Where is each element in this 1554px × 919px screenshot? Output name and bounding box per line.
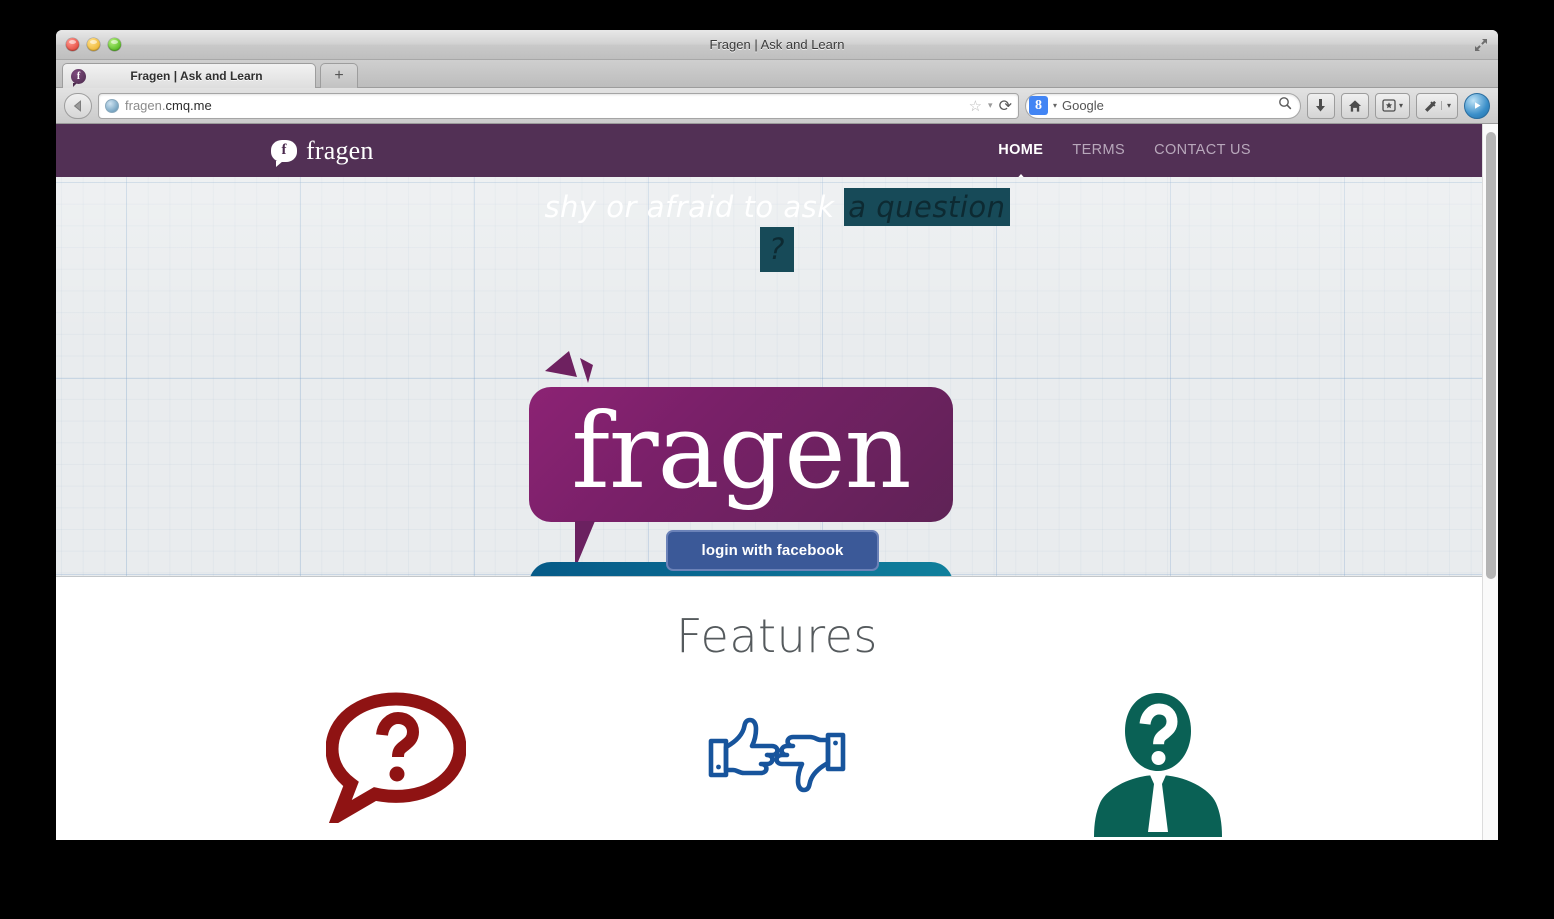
chevron-down-icon[interactable]: ▾ — [1399, 101, 1403, 110]
site-header: f fragen HOME TERMS CONTACT US — [56, 124, 1498, 182]
feature-item-ask — [246, 691, 546, 840]
tab-favicon-icon: f — [71, 68, 86, 87]
new-tab-button[interactable]: + — [320, 63, 358, 88]
bookmarks-button[interactable]: ▾ — [1374, 92, 1410, 119]
chevron-down-icon[interactable]: ▾ — [988, 100, 993, 111]
tagline-question-mark: ? — [760, 227, 794, 272]
features-section: Features — [56, 577, 1498, 840]
url-subdomain: fragen. — [125, 98, 166, 113]
tagline-text: shy or afraid to ask — [544, 190, 845, 224]
nav-item-contact-us[interactable]: CONTACT US — [1154, 142, 1251, 160]
customize-button[interactable]: ▾ — [1415, 92, 1458, 119]
brand-name: fragen — [306, 135, 374, 165]
window-title: Fragen | Ask and Learn — [709, 37, 845, 52]
nav-item-terms[interactable]: TERMS — [1072, 142, 1125, 160]
screen: Fragen | Ask and Learn f Fragen | Ask an… — [0, 0, 1554, 919]
chevron-down-icon[interactable]: ▾ — [1440, 101, 1451, 110]
thumbs-up-down-icon — [707, 713, 847, 802]
chevron-down-icon[interactable]: ▾ — [1053, 101, 1057, 110]
hero-section: fragen shy or afraid to ask a question ?… — [56, 177, 1498, 577]
question-speech-bubble-icon — [325, 691, 467, 830]
vertical-scrollbar-thumb[interactable] — [1486, 132, 1496, 579]
address-bar[interactable]: fragen.cmq.me ☆ ▾ ⟳ — [98, 92, 1019, 119]
hero-tagline: shy or afraid to ask a question ? — [56, 188, 1498, 272]
anonymous-person-icon — [1088, 691, 1228, 840]
feature-item-vote — [627, 691, 927, 840]
url-domain: cmq.me — [165, 98, 212, 113]
fullscreen-arrows-icon[interactable] — [1472, 36, 1490, 54]
sync-icon[interactable] — [1464, 92, 1490, 119]
browser-window: Fragen | Ask and Learn f Fragen | Ask an… — [56, 30, 1498, 840]
tagline-highlight: a question — [844, 188, 1010, 226]
window-titlebar: Fragen | Ask and Learn — [56, 30, 1498, 60]
features-row — [56, 663, 1498, 840]
tab-label: Fragen | Ask and Learn — [130, 69, 263, 83]
hero-wordmark: fragen — [571, 389, 911, 512]
reload-icon[interactable]: ⟳ — [999, 96, 1012, 116]
tab-fragen[interactable]: f Fragen | Ask and Learn — [62, 63, 316, 88]
zoom-window-button[interactable] — [108, 38, 121, 51]
back-arrow-icon[interactable] — [64, 92, 92, 119]
main-navigation: HOME TERMS CONTACT US — [998, 142, 1476, 182]
site-logo[interactable]: f fragen — [271, 135, 374, 167]
speech-bubble-f-icon: f — [271, 139, 297, 167]
address-bar-url: fragen.cmq.me — [125, 98, 963, 113]
feature-item-anonymous — [1008, 691, 1308, 840]
search-magnifier-icon[interactable] — [1278, 96, 1292, 115]
page-viewport: f fragen HOME TERMS CONTACT US fragen sh… — [56, 124, 1498, 840]
hero-purple-bubble: fragen — [529, 387, 953, 569]
search-bar[interactable]: 8 ▾ Google — [1024, 92, 1301, 119]
google-badge-icon[interactable]: 8 — [1028, 96, 1048, 115]
bookmark-star-icon[interactable]: ☆ — [969, 97, 982, 115]
tab-strip: f Fragen | Ask and Learn + — [56, 60, 1498, 88]
downloads-button[interactable] — [1306, 92, 1335, 119]
search-input[interactable]: Google — [1062, 98, 1273, 113]
nav-item-home[interactable]: HOME — [998, 142, 1043, 182]
window-traffic-lights — [66, 38, 121, 51]
login-with-facebook-button[interactable]: login with facebook — [666, 530, 879, 571]
minimize-window-button[interactable] — [87, 38, 100, 51]
globe-icon — [105, 98, 119, 113]
home-button[interactable] — [1340, 92, 1369, 119]
close-window-button[interactable] — [66, 38, 79, 51]
browser-toolbar: fragen.cmq.me ☆ ▾ ⟳ 8 ▾ Google ▾ ▾ — [56, 88, 1498, 124]
vertical-scrollbar[interactable] — [1482, 124, 1498, 840]
features-title: Features — [676, 609, 878, 663]
